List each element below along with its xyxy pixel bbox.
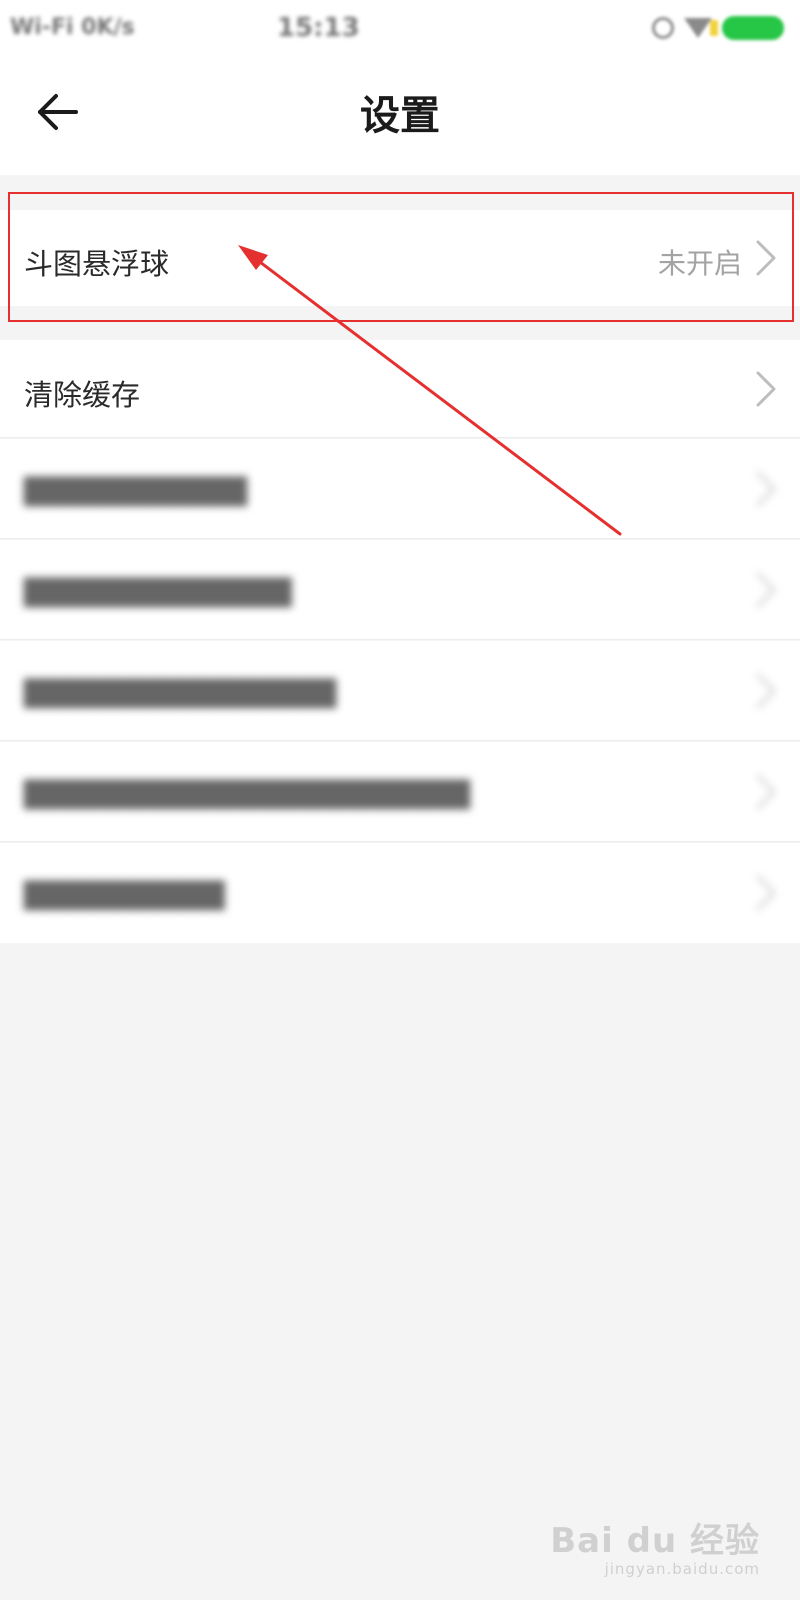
blurred-label: ▇▇▇▇▇▇▇▇▇▇ xyxy=(24,472,248,506)
chevron-right-icon xyxy=(756,471,776,507)
page-title: 设置 xyxy=(360,93,440,139)
chevron-right-icon xyxy=(756,572,776,608)
settings-item-floating-ball[interactable]: 斗图悬浮球 未开启 xyxy=(0,210,800,306)
status-bar: Wi-Fi 0K/s 15:13 xyxy=(0,0,800,55)
status-time: 15:13 xyxy=(276,12,360,43)
settings-item-label: 斗图悬浮球 xyxy=(24,247,170,281)
settings-item-blurred[interactable]: ▇▇▇▇▇▇▇▇▇▇ xyxy=(0,439,800,539)
status-network-info: Wi-Fi 0K/s xyxy=(10,15,135,40)
settings-item-blurred[interactable]: ▇▇▇▇▇▇▇▇▇▇▇▇▇▇▇▇▇▇▇▇ xyxy=(0,742,800,842)
settings-item-clear-cache[interactable]: 清除缓存 xyxy=(0,340,800,438)
baidu-jingyan-watermark: Bai du 经验 jingyan.baidu.com xyxy=(550,1513,760,1578)
battery-icon xyxy=(709,15,784,40)
blurred-label: ▇▇▇▇▇▇▇▇▇▇▇▇ xyxy=(24,573,292,607)
blurred-label: ▇▇▇▇▇▇▇▇▇▇▇▇▇▇ xyxy=(24,674,337,708)
chevron-right-icon xyxy=(756,875,776,911)
settings-item-blurred[interactable]: ▇▇▇▇▇▇▇▇▇ xyxy=(0,843,800,943)
settings-item-label: 清除缓存 xyxy=(24,378,141,412)
status-indicators xyxy=(651,15,784,40)
blurred-label: ▇▇▇▇▇▇▇▇▇ xyxy=(24,876,225,910)
header-bar: 设置 xyxy=(0,55,800,175)
chevron-right-icon xyxy=(756,673,776,709)
chevron-right-icon xyxy=(756,371,776,407)
alarm-icon xyxy=(651,16,674,39)
blurred-label: ▇▇▇▇▇▇▇▇▇▇▇▇▇▇▇▇▇▇▇▇ xyxy=(24,775,471,809)
settings-item-blurred[interactable]: ▇▇▇▇▇▇▇▇▇▇▇▇▇▇ xyxy=(0,641,800,741)
chevron-right-icon xyxy=(756,240,776,276)
chevron-right-icon xyxy=(756,774,776,810)
watermark-site: jingyan.baidu.com xyxy=(604,1560,760,1578)
settings-item-blurred[interactable]: ▇▇▇▇▇▇▇▇▇▇▇▇ xyxy=(0,540,800,640)
wifi-icon xyxy=(683,17,712,38)
settings-item-status: 未开启 xyxy=(657,247,742,280)
watermark-brand: Bai du 经验 xyxy=(550,1521,760,1561)
